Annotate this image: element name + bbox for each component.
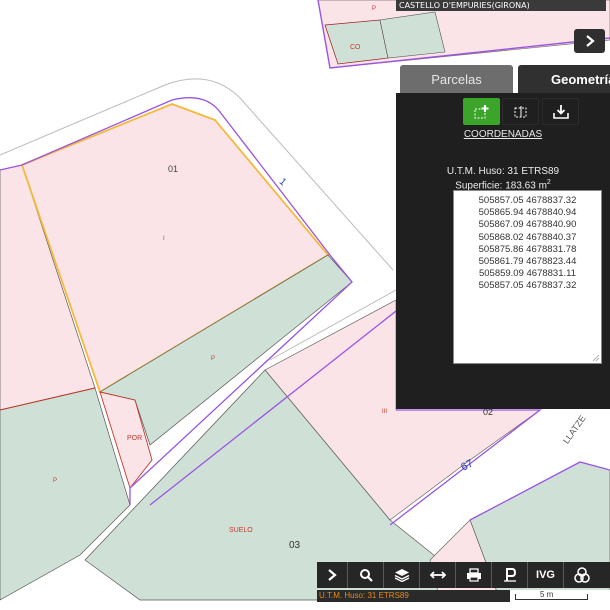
tab-parcelas[interactable]: Parcelas xyxy=(400,65,513,93)
reference-icon xyxy=(503,568,516,582)
label-sub-suelo: SUELO xyxy=(229,527,253,534)
label-sub-iii: III xyxy=(382,409,387,415)
coordinate-line: 505875.86 4678831.78 xyxy=(478,243,577,255)
coordinate-line: 505859.09 4678831.11 xyxy=(478,268,577,280)
label-sub-p-left: P xyxy=(53,478,57,484)
map-toolbar: IVG xyxy=(317,562,610,588)
label-sub-p-top: P xyxy=(372,6,376,12)
coordinate-line: 505857.05 4678837.32 xyxy=(478,280,577,292)
coordinate-line: 505857.05 4678837.32 xyxy=(478,195,577,206)
label-sub-p-mid: P xyxy=(211,356,215,362)
download-geometry-button[interactable] xyxy=(542,98,579,125)
scale-tick-right xyxy=(587,594,588,600)
measure-button[interactable] xyxy=(420,562,456,588)
measure-icon xyxy=(429,571,446,579)
coordinates-link[interactable]: COORDENADAS xyxy=(396,129,610,140)
surface-unit-exponent: 2 xyxy=(546,179,551,186)
coordinate-line: 505861.79 4678823.44 xyxy=(478,256,577,268)
resize-grip-icon[interactable] xyxy=(592,354,600,362)
select-geometry-icon xyxy=(514,105,526,117)
geometry-panel: COORDENADAS U.T.M. Huso: 31 ETRS89 Super… xyxy=(396,93,610,409)
chevron-right-icon xyxy=(328,569,337,581)
scale-line xyxy=(515,599,587,600)
coordinate-line: 505868.02 4678840.37 xyxy=(478,231,577,243)
parcel-top-green-2[interactable] xyxy=(379,11,446,59)
location-header: CASTELLO D'EMPURIES(GIRONA) xyxy=(396,0,606,11)
label-sub-co: CO xyxy=(350,44,361,51)
scale-bar: 5 m xyxy=(510,590,610,602)
scale-tick-left xyxy=(515,594,516,600)
chevron-right-icon xyxy=(585,35,595,47)
add-geometry-icon xyxy=(474,104,488,118)
print-icon xyxy=(466,568,481,582)
expand-toolbar-button[interactable] xyxy=(317,562,348,588)
search-icon xyxy=(359,569,373,582)
tab-geometria[interactable]: Geometría xyxy=(518,65,610,93)
reference-button[interactable] xyxy=(492,562,528,588)
utm-zone-label: U.T.M. Huso: 31 ETRS89 xyxy=(446,166,560,177)
scale-label: 5 m xyxy=(540,590,554,599)
projection-status: U.T.M. Huso: 31 ETRS89 xyxy=(317,590,510,602)
layers-icon xyxy=(394,569,409,582)
coordinate-line: 505867.09 4678840.90 xyxy=(478,219,577,231)
search-button[interactable] xyxy=(348,562,384,588)
download-icon xyxy=(552,104,569,119)
add-geometry-button[interactable] xyxy=(463,98,500,125)
ivg-label: IVG xyxy=(536,569,555,581)
ivg-button[interactable]: IVG xyxy=(528,562,564,588)
coordinate-line: 505865.94 4678840.94 xyxy=(478,207,577,219)
select-geometry-button[interactable] xyxy=(502,98,539,125)
collapse-panel-button[interactable] xyxy=(574,29,605,53)
coins-button[interactable] xyxy=(564,562,600,588)
layers-button[interactable] xyxy=(384,562,420,588)
print-button[interactable] xyxy=(456,562,492,588)
label-sub-por: POR xyxy=(127,435,142,442)
label-parcel-01: 01 xyxy=(168,164,178,174)
label-parcel-03: 03 xyxy=(289,540,301,551)
coordinates-textarea[interactable]: 505857.05 4678837.32 505865.94 4678840.9… xyxy=(453,190,602,364)
coins-icon xyxy=(574,567,590,583)
